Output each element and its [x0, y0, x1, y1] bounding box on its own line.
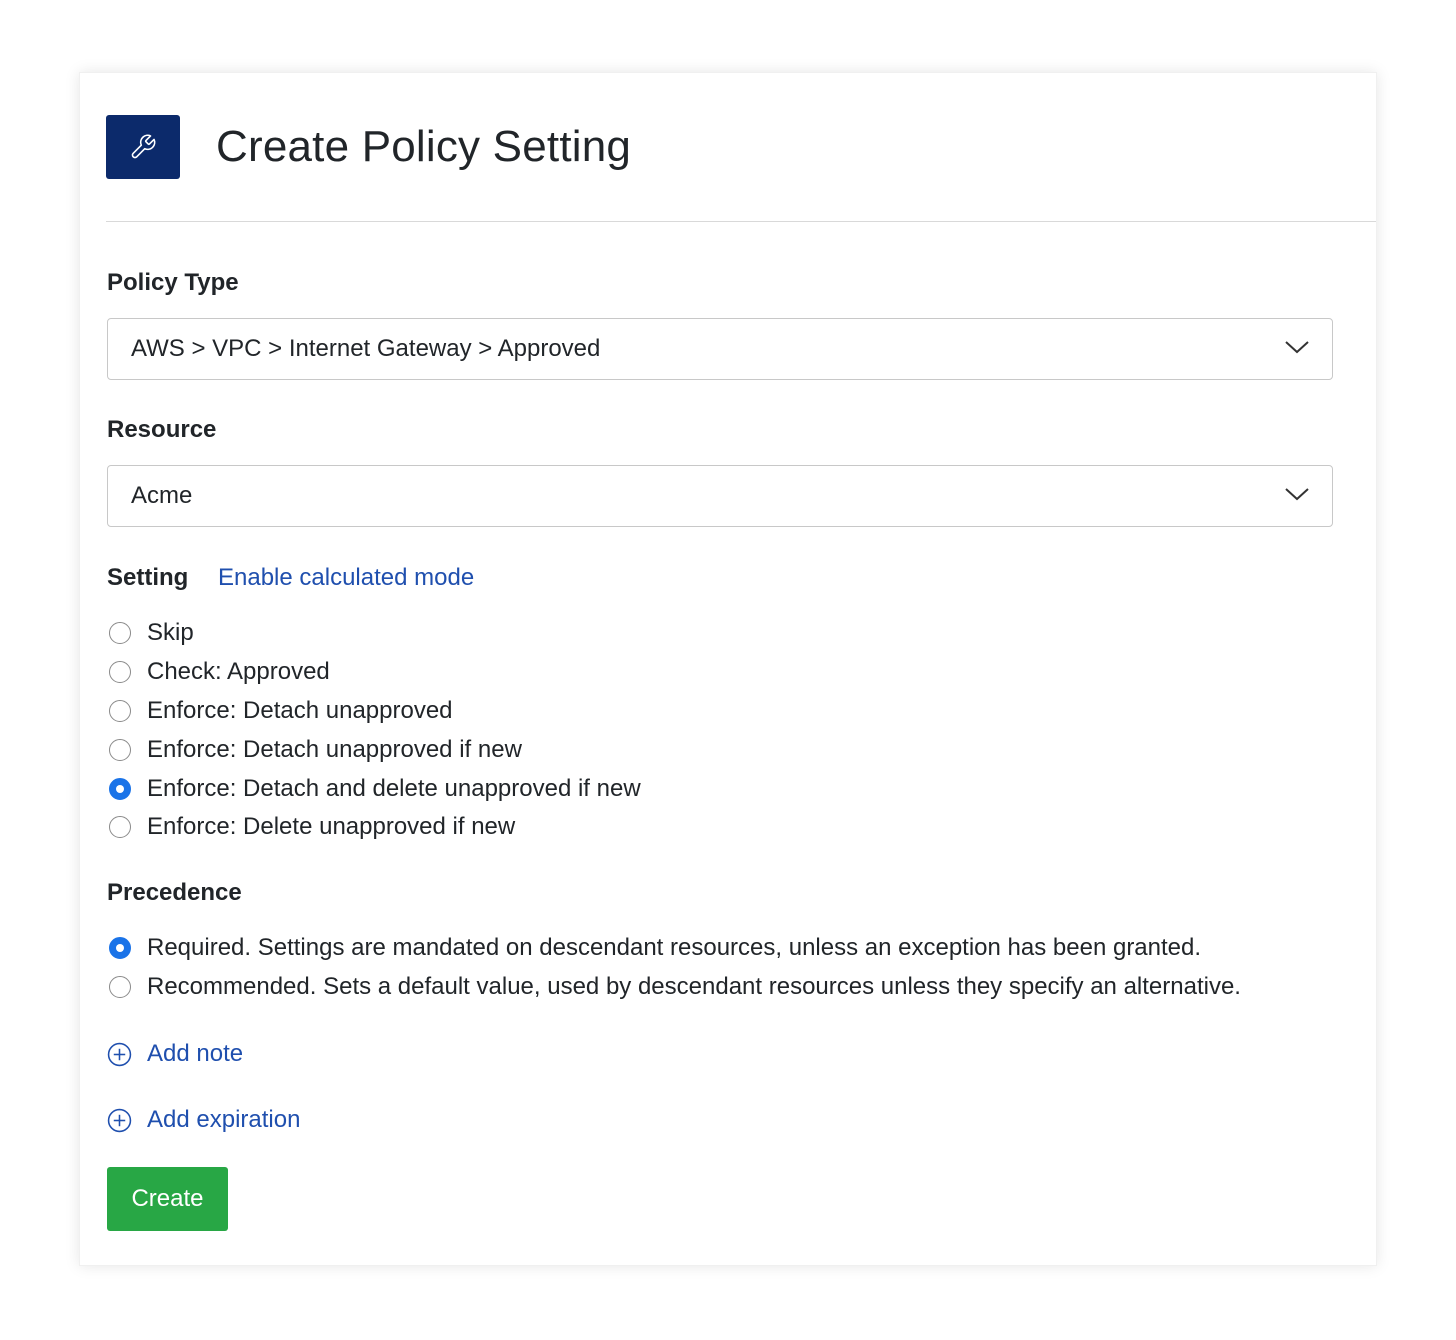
setting-label: Setting — [107, 564, 189, 591]
wrench-icon — [106, 115, 180, 179]
setting-option-detach-delete-if-new[interactable]: Enforce: Detach and delete unapproved if… — [109, 769, 641, 808]
radio-label: Skip — [147, 619, 194, 647]
precedence-option-required[interactable]: Required. Settings are mandated on desce… — [109, 929, 1241, 968]
precedence-label: Precedence — [107, 879, 242, 906]
radio-label: Enforce: Detach unapproved if new — [147, 735, 522, 763]
setting-option-skip[interactable]: Skip — [109, 614, 641, 653]
plus-circle-icon — [107, 1042, 132, 1066]
header: Create Policy Setting — [106, 115, 631, 179]
chevron-down-icon — [1285, 341, 1309, 354]
create-button[interactable]: Create — [107, 1167, 228, 1231]
setting-option-detach-unapproved-if-new[interactable]: Enforce: Detach unapproved if new — [109, 730, 641, 769]
radio-button[interactable] — [109, 816, 131, 839]
radio-button[interactable] — [109, 738, 131, 761]
radio-button-selected[interactable] — [109, 777, 131, 800]
policy-type-select[interactable]: AWS > VPC > Internet Gateway > Approved — [107, 318, 1333, 380]
header-divider — [106, 221, 1376, 222]
precedence-option-recommended[interactable]: Recommended. Sets a default value, used … — [109, 968, 1241, 1007]
precedence-radio-group: Required. Settings are mandated on desce… — [109, 929, 1241, 1007]
radio-label: Check: Approved — [147, 658, 330, 686]
radio-label: Enforce: Detach unapproved — [147, 696, 453, 724]
policy-type-value: AWS > VPC > Internet Gateway > Approved — [131, 335, 601, 362]
plus-circle-icon — [107, 1108, 132, 1132]
resource-value: Acme — [131, 482, 193, 509]
setting-option-detach-unapproved[interactable]: Enforce: Detach unapproved — [109, 692, 641, 731]
radio-label: Enforce: Detach and delete unapproved if… — [147, 774, 641, 802]
radio-button[interactable] — [109, 622, 131, 645]
setting-radio-group: Skip Check: Approved Enforce: Detach una… — [109, 614, 641, 847]
radio-label: Enforce: Delete unapproved if new — [147, 813, 516, 841]
add-note-link[interactable]: Add note — [107, 1040, 243, 1068]
radio-button[interactable] — [109, 661, 131, 684]
setting-option-check-approved[interactable]: Check: Approved — [109, 653, 641, 692]
page-title: Create Policy Setting — [216, 122, 632, 171]
radio-button[interactable] — [109, 699, 131, 722]
radio-button[interactable] — [109, 976, 131, 999]
radio-label: Recommended. Sets a default value, used … — [147, 973, 1241, 1001]
add-expiration-label: Add expiration — [147, 1106, 301, 1133]
radio-button-selected[interactable] — [109, 937, 131, 960]
create-policy-setting-card: Create Policy Setting Policy Type AWS > … — [79, 72, 1377, 1266]
chevron-down-icon — [1285, 488, 1309, 501]
radio-label: Required. Settings are mandated on desce… — [147, 934, 1202, 962]
setting-option-delete-unapproved-if-new[interactable]: Enforce: Delete unapproved if new — [109, 808, 641, 847]
resource-label: Resource — [107, 416, 217, 443]
add-note-label: Add note — [147, 1040, 244, 1067]
resource-select[interactable]: Acme — [107, 465, 1333, 527]
policy-type-label: Policy Type — [107, 269, 239, 296]
add-expiration-link[interactable]: Add expiration — [107, 1106, 300, 1134]
enable-calculated-mode-link[interactable]: Enable calculated mode — [218, 564, 474, 592]
